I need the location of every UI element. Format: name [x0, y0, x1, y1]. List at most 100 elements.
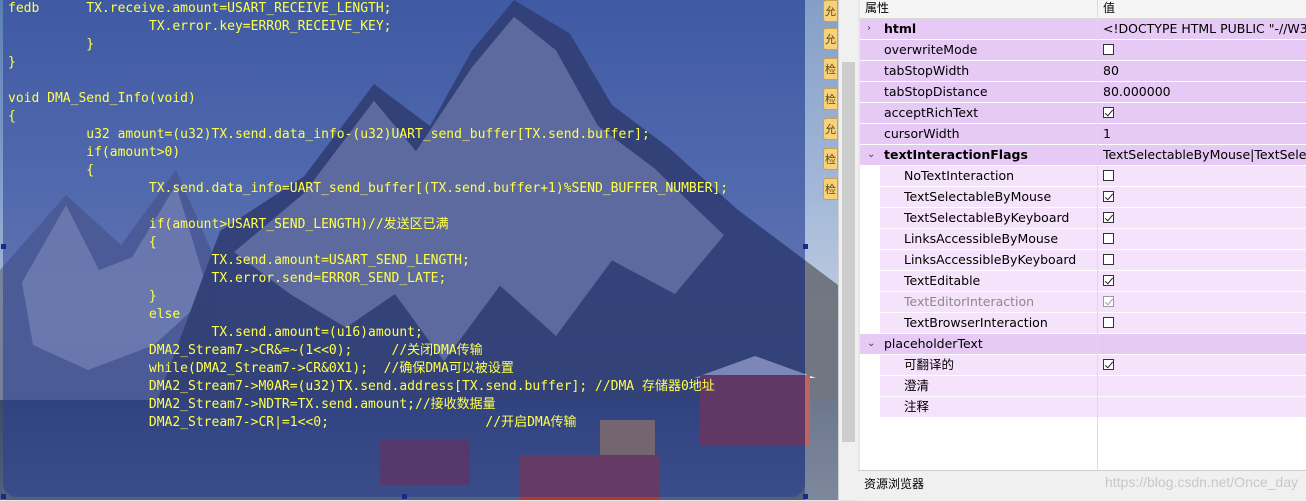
code-line: if(amount>USART_SEND_LENGTH)//发送区已满	[8, 217, 449, 232]
code-line: TX.error.key=ERROR_RECEIVE_KEY;	[8, 19, 392, 34]
property-row[interactable]: TextEditorInteraction	[860, 292, 1306, 313]
property-row[interactable]: TextSelectableByMouse	[860, 187, 1306, 208]
property-row[interactable]: › html <!DOCTYPE HTML PUBLIC "-//W3C	[860, 19, 1306, 40]
property-value-cell[interactable]	[1098, 229, 1306, 249]
resize-handle[interactable]	[803, 494, 808, 499]
property-row[interactable]: TextEditable	[860, 271, 1306, 292]
code-line: void DMA_Send_Info(void)	[8, 91, 196, 106]
resize-handle[interactable]	[1, 244, 6, 249]
property-value-cell[interactable]	[1098, 166, 1306, 186]
side-tab[interactable]: 允	[823, 0, 838, 22]
chevron-down-icon[interactable]: ⌄	[867, 145, 875, 165]
checkbox[interactable]	[1103, 359, 1114, 370]
property-row[interactable]: 可翻译的	[860, 355, 1306, 376]
property-row[interactable]: acceptRichText	[860, 103, 1306, 124]
property-value: 80.000000	[1103, 84, 1171, 99]
property-value-cell[interactable]: 80	[1098, 61, 1306, 81]
side-tab[interactable]: 检	[823, 148, 838, 170]
property-value-cell[interactable]: 80.000000	[1098, 82, 1306, 102]
side-tab[interactable]: 检	[823, 58, 838, 80]
property-name-cell: overwriteMode	[860, 40, 1097, 60]
side-tab[interactable]: 允	[823, 28, 838, 50]
header-value[interactable]: 值	[1098, 0, 1115, 18]
code-line: }	[8, 289, 157, 304]
property-row[interactable]: tabStopDistance 80.000000	[860, 82, 1306, 103]
side-tab[interactable]: 检	[823, 88, 838, 110]
property-name: acceptRichText	[884, 105, 979, 120]
code-text[interactable]: fedb TX.receive.amount=USART_RECEIVE_LEN…	[8, 0, 728, 432]
property-name-cell: ⌄ placeholderText	[860, 334, 1097, 354]
property-value-cell[interactable]	[1098, 103, 1306, 123]
checkbox[interactable]	[1103, 233, 1114, 244]
property-value-cell[interactable]	[1098, 271, 1306, 291]
code-line: {	[8, 235, 157, 250]
indent-spacer	[860, 166, 880, 186]
property-value-cell[interactable]: 1	[1098, 124, 1306, 144]
property-row[interactable]: ⌄ placeholderText	[860, 334, 1306, 355]
checkbox[interactable]	[1103, 170, 1114, 181]
checkbox[interactable]	[1103, 212, 1114, 223]
resize-handle[interactable]	[803, 244, 808, 249]
property-row[interactable]: cursorWidth 1	[860, 124, 1306, 145]
property-row[interactable]: NoTextInteraction	[860, 166, 1306, 187]
checkbox[interactable]	[1103, 254, 1114, 265]
side-tab[interactable]: 检	[823, 178, 838, 200]
property-name: TextSelectableByKeyboard	[904, 210, 1070, 225]
checkbox[interactable]	[1103, 44, 1114, 55]
column-divider[interactable]	[1097, 0, 1098, 470]
resource-browser-title[interactable]: 资源浏览器	[864, 475, 924, 492]
indent-spacer	[860, 187, 880, 207]
property-row[interactable]: 澄清	[860, 376, 1306, 397]
property-value-cell[interactable]	[1098, 313, 1306, 333]
property-name: 注释	[904, 399, 930, 414]
checkbox[interactable]	[1103, 275, 1114, 286]
property-row[interactable]: LinksAccessibleByKeyboard	[860, 250, 1306, 271]
property-value-cell[interactable]	[1098, 40, 1306, 60]
property-value: TextSelectableByMouse|TextSelecta	[1103, 147, 1306, 162]
property-row[interactable]: 注释	[860, 397, 1306, 418]
property-row[interactable]: ⌄ textInteractionFlags TextSelectableByMou…	[860, 145, 1306, 166]
property-name-cell: › html	[860, 19, 1097, 39]
property-value-cell[interactable]	[1098, 334, 1306, 354]
checkbox[interactable]	[1103, 191, 1114, 202]
resize-handle[interactable]	[1, 494, 6, 499]
checkbox[interactable]	[1103, 107, 1114, 118]
code-line: u32 amount=(u32)TX.send.data_info-(u32)U…	[8, 127, 650, 142]
indent-spacer	[860, 397, 880, 417]
canvas-vertical-scrollbar[interactable]	[838, 0, 858, 500]
scrollbar-thumb[interactable]	[842, 62, 855, 442]
property-value-cell[interactable]: <!DOCTYPE HTML PUBLIC "-//W3C	[1098, 19, 1306, 39]
property-name: TextSelectableByMouse	[904, 189, 1052, 204]
property-value-cell[interactable]	[1098, 250, 1306, 270]
property-value-cell[interactable]	[1098, 187, 1306, 207]
property-name-cell: LinksAccessibleByKeyboard	[860, 250, 1097, 270]
property-row[interactable]: TextBrowserInteraction	[860, 313, 1306, 334]
code-line: DMA2_Stream7->NDTR=TX.send.amount;//接收数据…	[8, 397, 496, 412]
property-row[interactable]: overwriteMode	[860, 40, 1306, 61]
property-name-cell: TextBrowserInteraction	[860, 313, 1097, 333]
text-edit-widget[interactable]: fedb TX.receive.amount=USART_RECEIVE_LEN…	[3, 0, 805, 497]
property-value-cell[interactable]	[1098, 355, 1306, 375]
property-editor: 属性 值 › html <!DOCTYPE HTML PUBLIC "-//W3C o…	[860, 0, 1306, 470]
property-row[interactable]: tabStopWidth 80	[860, 61, 1306, 82]
resize-handle[interactable]	[402, 494, 407, 499]
property-name: tabStopDistance	[884, 84, 988, 99]
checkbox[interactable]	[1103, 317, 1114, 328]
property-row[interactable]: LinksAccessibleByMouse	[860, 229, 1306, 250]
header-property[interactable]: 属性	[860, 0, 889, 18]
side-tab[interactable]: 允	[823, 118, 838, 140]
property-value-cell[interactable]	[1098, 292, 1306, 312]
property-name-cell: ⌄ textInteractionFlags	[860, 145, 1097, 165]
chevron-down-icon[interactable]: ⌄	[867, 334, 875, 354]
property-value-cell[interactable]	[1098, 397, 1306, 417]
chevron-right-icon[interactable]: ›	[867, 19, 871, 39]
property-value-cell[interactable]: TextSelectableByMouse|TextSelecta	[1098, 145, 1306, 165]
property-name-cell: TextEditable	[860, 271, 1097, 291]
indent-spacer	[860, 229, 880, 249]
property-value-cell[interactable]	[1098, 208, 1306, 228]
indent-spacer	[860, 292, 880, 312]
property-value-cell[interactable]	[1098, 376, 1306, 396]
property-name-cell: TextSelectableByKeyboard	[860, 208, 1097, 228]
property-row[interactable]: TextSelectableByKeyboard	[860, 208, 1306, 229]
property-name: TextEditable	[904, 273, 981, 288]
